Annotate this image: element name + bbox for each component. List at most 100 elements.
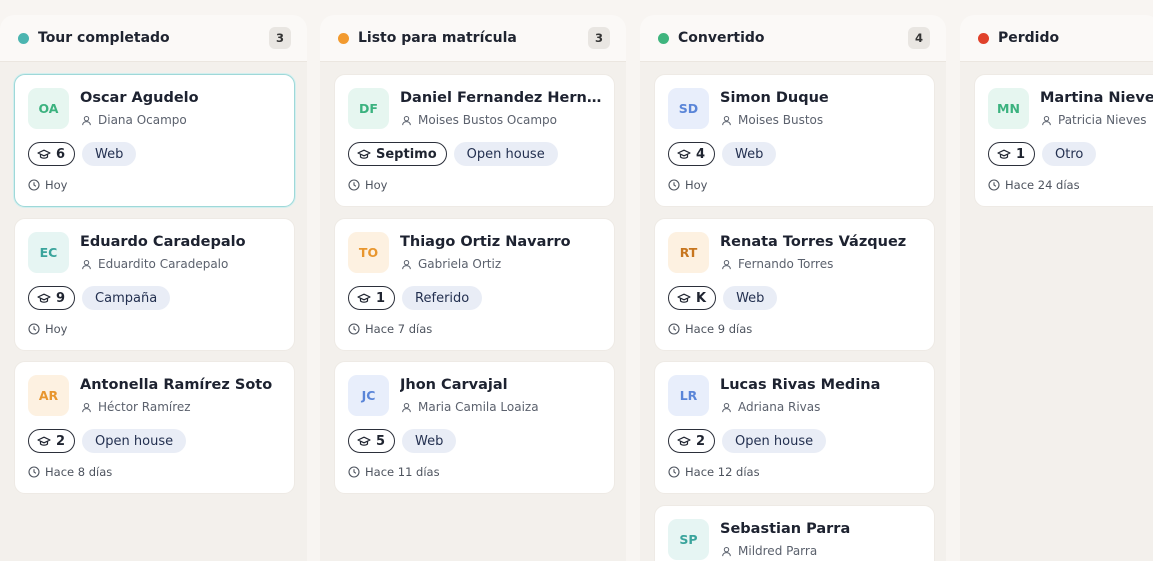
avatar: JC [348, 375, 389, 416]
chips: 1 Referido [348, 286, 483, 310]
lead-card[interactable]: OA Oscar Agudelo Diana Ocampo 6 Web Hoy [14, 74, 295, 207]
lead-card[interactable]: LR Lucas Rivas Medina Adriana Rivas 2 Op… [654, 361, 935, 494]
parent-name: Fernando Torres [738, 257, 834, 271]
last-activity: Hace 7 días [348, 322, 432, 336]
source-chip: Web [82, 142, 137, 166]
parent-name: Moises Bustos Ocampo [418, 113, 557, 127]
source-chip: Otro [1042, 142, 1097, 166]
status-dot [978, 32, 989, 44]
column-title: Convertido [678, 30, 765, 46]
lead-name: Simon Duque [720, 90, 829, 106]
clock-icon [668, 323, 680, 335]
time-label: Hoy [45, 178, 68, 192]
lead-card[interactable]: TO Thiago Ortiz Navarro Gabriela Ortiz 1… [334, 218, 615, 351]
grade-label: 4 [696, 146, 706, 162]
avatar: MN [988, 88, 1029, 129]
parent-contact: Moises Bustos [721, 113, 823, 127]
source-chip: Web [723, 286, 778, 310]
lead-card[interactable]: DF Daniel Fernandez Hernand... Moises Bu… [334, 74, 615, 207]
lead-card[interactable]: AR Antonella Ramírez Soto Héctor Ramírez… [14, 361, 295, 494]
parent-name: Adriana Rivas [738, 400, 821, 414]
graduation-cap-icon [997, 149, 1011, 159]
avatar: EC [28, 232, 69, 273]
parent-contact: Patricia Nieves [1041, 113, 1147, 127]
column-tour-completado: Tour completado 3 OA Oscar Agudelo Diana… [0, 15, 307, 561]
source-chip: Open house [82, 429, 187, 453]
last-activity: Hace 12 días [668, 465, 760, 479]
last-activity: Hoy [668, 178, 708, 192]
avatar: TO [348, 232, 389, 273]
lead-card[interactable]: EC Eduardo Caradepalo Eduardito Caradepa… [14, 218, 295, 351]
clock-icon [668, 466, 680, 478]
user-icon [1042, 115, 1051, 125]
user-icon [722, 115, 731, 125]
last-activity: Hoy [28, 178, 68, 192]
graduation-cap-icon [357, 436, 371, 446]
graduation-cap-icon [37, 293, 51, 303]
status-dot [18, 32, 29, 44]
graduation-cap-icon [37, 436, 51, 446]
user-icon [82, 115, 91, 125]
graduation-cap-icon [357, 293, 371, 303]
column-header[interactable]: Perdido [960, 15, 1153, 62]
grade-label: 9 [56, 290, 66, 306]
chips: 9 Campaña [28, 286, 171, 310]
grade-chip: Septimo [348, 142, 447, 166]
column-header[interactable]: Convertido 4 [640, 15, 946, 62]
user-icon [402, 115, 411, 125]
time-label: Hace 24 días [1005, 178, 1080, 192]
user-icon [402, 402, 411, 412]
lead-name: Lucas Rivas Medina [720, 377, 881, 393]
parent-contact: Diana Ocampo [81, 113, 187, 127]
lead-name: Renata Torres Vázquez [720, 234, 907, 250]
avatar: DF [348, 88, 389, 129]
kanban-board: Tour completado 3 OA Oscar Agudelo Diana… [0, 0, 1153, 561]
parent-contact: Maria Camila Loaiza [401, 400, 539, 414]
lead-card[interactable]: RT Renata Torres Vázquez Fernando Torres… [654, 218, 935, 351]
time-label: Hoy [45, 322, 68, 336]
column-perdido: Perdido MN Martina Nieves A Patricia Nie… [960, 15, 1153, 561]
time-label: Hace 7 días [365, 322, 433, 336]
chips: 2 Open house [28, 429, 187, 453]
column-header[interactable]: Listo para matrícula 3 [320, 15, 626, 62]
column-count-badge: 4 [908, 27, 930, 49]
parent-name: Héctor Ramírez [98, 400, 191, 414]
lead-card[interactable]: MN Martina Nieves A Patricia Nieves 1 Ot… [974, 74, 1153, 207]
source-chip: Web [722, 142, 777, 166]
lead-name: Sebastian Parra [720, 521, 851, 537]
grade-chip: 5 [348, 429, 396, 453]
last-activity: Hoy [28, 322, 68, 336]
graduation-cap-icon [677, 436, 691, 446]
column-header[interactable]: Tour completado 3 [0, 15, 307, 62]
lead-name: Oscar Agudelo [80, 90, 199, 106]
last-activity: Hace 11 días [348, 465, 440, 479]
source-chip: Open house [453, 142, 558, 166]
clock-icon [28, 179, 40, 191]
parent-contact: Adriana Rivas [721, 400, 820, 414]
parent-contact: Eduardito Caradepalo [81, 257, 228, 271]
grade-label: 1 [1016, 146, 1026, 162]
chips: 1 Otro [988, 142, 1097, 166]
lead-card[interactable]: JC Jhon Carvajal Maria Camila Loaiza 5 W… [334, 361, 615, 494]
chips: 6 Web [28, 142, 137, 166]
source-chip: Campaña [82, 286, 171, 310]
user-icon [402, 259, 411, 269]
column-title: Tour completado [38, 30, 170, 46]
parent-name: Diana Ocampo [98, 113, 187, 127]
avatar: SD [668, 88, 709, 129]
user-icon [82, 259, 91, 269]
lead-card[interactable]: SP Sebastian Parra Mildred Parra [654, 505, 935, 561]
column-count-badge: 3 [269, 27, 291, 49]
lead-name: Jhon Carvajal [400, 377, 508, 393]
chips: 2 Open house [668, 429, 827, 453]
lead-name: Daniel Fernandez Hernand... [400, 90, 605, 106]
column-listo-para-matricula: Listo para matrícula 3 DF Daniel Fernand… [320, 15, 626, 561]
lead-card[interactable]: SD Simon Duque Moises Bustos 4 Web Hoy [654, 74, 935, 207]
parent-name: Moises Bustos [738, 113, 824, 127]
grade-label: 2 [696, 433, 706, 449]
time-label: Hace 12 días [685, 465, 760, 479]
source-chip: Web [402, 429, 457, 453]
avatar: OA [28, 88, 69, 129]
time-label: Hace 8 días [45, 465, 113, 479]
parent-contact: Fernando Torres [721, 257, 833, 271]
